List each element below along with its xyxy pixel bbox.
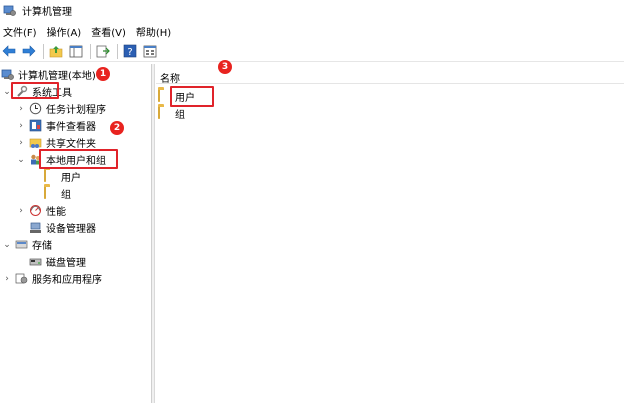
tree-item-groups[interactable]: 组: [44, 185, 71, 202]
folder-icon: [44, 169, 57, 183]
highlight-box-local-users-groups: [39, 149, 118, 169]
properties-icon[interactable]: [142, 43, 158, 59]
tree-label: 性能: [46, 207, 66, 218]
folder-icon: [158, 105, 171, 120]
tree-label: 任务计划程序: [46, 105, 106, 116]
toolbar-separator: [117, 43, 118, 59]
toolbar-separator: [90, 43, 91, 59]
chevron-right-icon[interactable]: ›: [16, 121, 26, 131]
tree-label: 组: [61, 190, 71, 201]
tree-item-computer-management[interactable]: 计算机管理(本地): [1, 66, 96, 83]
disk-icon: [29, 255, 42, 268]
tree-item-performance[interactable]: › 性能: [16, 202, 66, 219]
menu-action[interactable]: 操作(A): [47, 24, 82, 39]
shared-folder-icon: [29, 136, 42, 149]
tree-label: 设备管理器: [46, 224, 96, 235]
svg-text:?: ?: [127, 47, 132, 58]
tree-item-event-viewer[interactable]: › 事件查看器: [16, 117, 96, 134]
content-list: 名称 用户 组 3: [156, 60, 624, 403]
menu-view[interactable]: 查看(V): [91, 24, 126, 39]
tree-label: 计算机管理(本地): [18, 71, 96, 82]
computer-management-icon: [3, 4, 16, 17]
highlight-box-users: [170, 86, 214, 107]
navigation-tree: 计算机管理(本地) ⌄ 系统工具 › 任务计划程序 › 事件查看器 › 共享文件…: [0, 64, 152, 403]
event-viewer-icon: [29, 119, 42, 132]
storage-icon: [15, 238, 28, 251]
menu-file[interactable]: 文件(F): [3, 24, 37, 39]
pane-splitter[interactable]: [152, 64, 155, 403]
computer-management-icon: [1, 68, 14, 81]
performance-icon: [29, 204, 42, 217]
clock-icon: [29, 102, 42, 115]
menu-help[interactable]: 帮助(H): [136, 24, 171, 39]
list-item-groups[interactable]: 组: [158, 105, 185, 121]
list-item-label: 组: [175, 109, 185, 121]
step-badge-3: 3: [218, 60, 232, 74]
tree-item-device-manager[interactable]: 设备管理器: [29, 219, 96, 236]
column-header-divider: [156, 83, 624, 84]
tree-label: 事件查看器: [46, 122, 96, 133]
tree-label: 服务和应用程序: [32, 275, 102, 286]
tree-item-disk-management[interactable]: 磁盘管理: [29, 253, 86, 270]
forward-arrow-icon[interactable]: [21, 43, 37, 59]
chevron-right-icon[interactable]: ›: [16, 138, 26, 148]
toolbar-separator: [43, 43, 44, 59]
chevron-down-icon[interactable]: ⌄: [16, 155, 26, 165]
tree-item-task-scheduler[interactable]: › 任务计划程序: [16, 100, 106, 117]
highlight-box-system-tools: [11, 82, 59, 99]
chevron-right-icon[interactable]: ›: [16, 206, 26, 216]
services-icon: [15, 272, 28, 285]
window-title: 计算机管理: [22, 6, 72, 18]
step-badge-2: 2: [110, 121, 124, 135]
up-folder-icon[interactable]: [48, 43, 64, 59]
tree-label: 存储: [32, 241, 52, 252]
step-badge-1: 1: [96, 67, 110, 81]
help-icon[interactable]: ?: [122, 43, 138, 59]
title-bar: 计算机管理: [0, 0, 624, 20]
chevron-right-icon[interactable]: ›: [2, 274, 12, 284]
chevron-right-icon[interactable]: ›: [16, 104, 26, 114]
tree-label: 用户: [61, 173, 81, 184]
chevron-down-icon[interactable]: ⌄: [2, 240, 12, 250]
device-manager-icon: [29, 221, 42, 234]
tree-label: 磁盘管理: [46, 258, 86, 269]
tree-item-storage[interactable]: ⌄ 存储: [2, 236, 52, 253]
toolbar: ?: [0, 41, 624, 62]
folder-icon: [44, 186, 57, 200]
tree-item-users[interactable]: 用户: [44, 168, 81, 185]
show-hide-tree-icon[interactable]: [68, 43, 84, 59]
tree-item-services-and-applications[interactable]: › 服务和应用程序: [2, 270, 102, 287]
back-arrow-icon[interactable]: [1, 43, 17, 59]
menu-bar: 文件(F) 操作(A) 查看(V) 帮助(H): [0, 22, 624, 40]
export-list-icon[interactable]: [95, 43, 111, 59]
tree-label: 共享文件夹: [46, 139, 96, 150]
